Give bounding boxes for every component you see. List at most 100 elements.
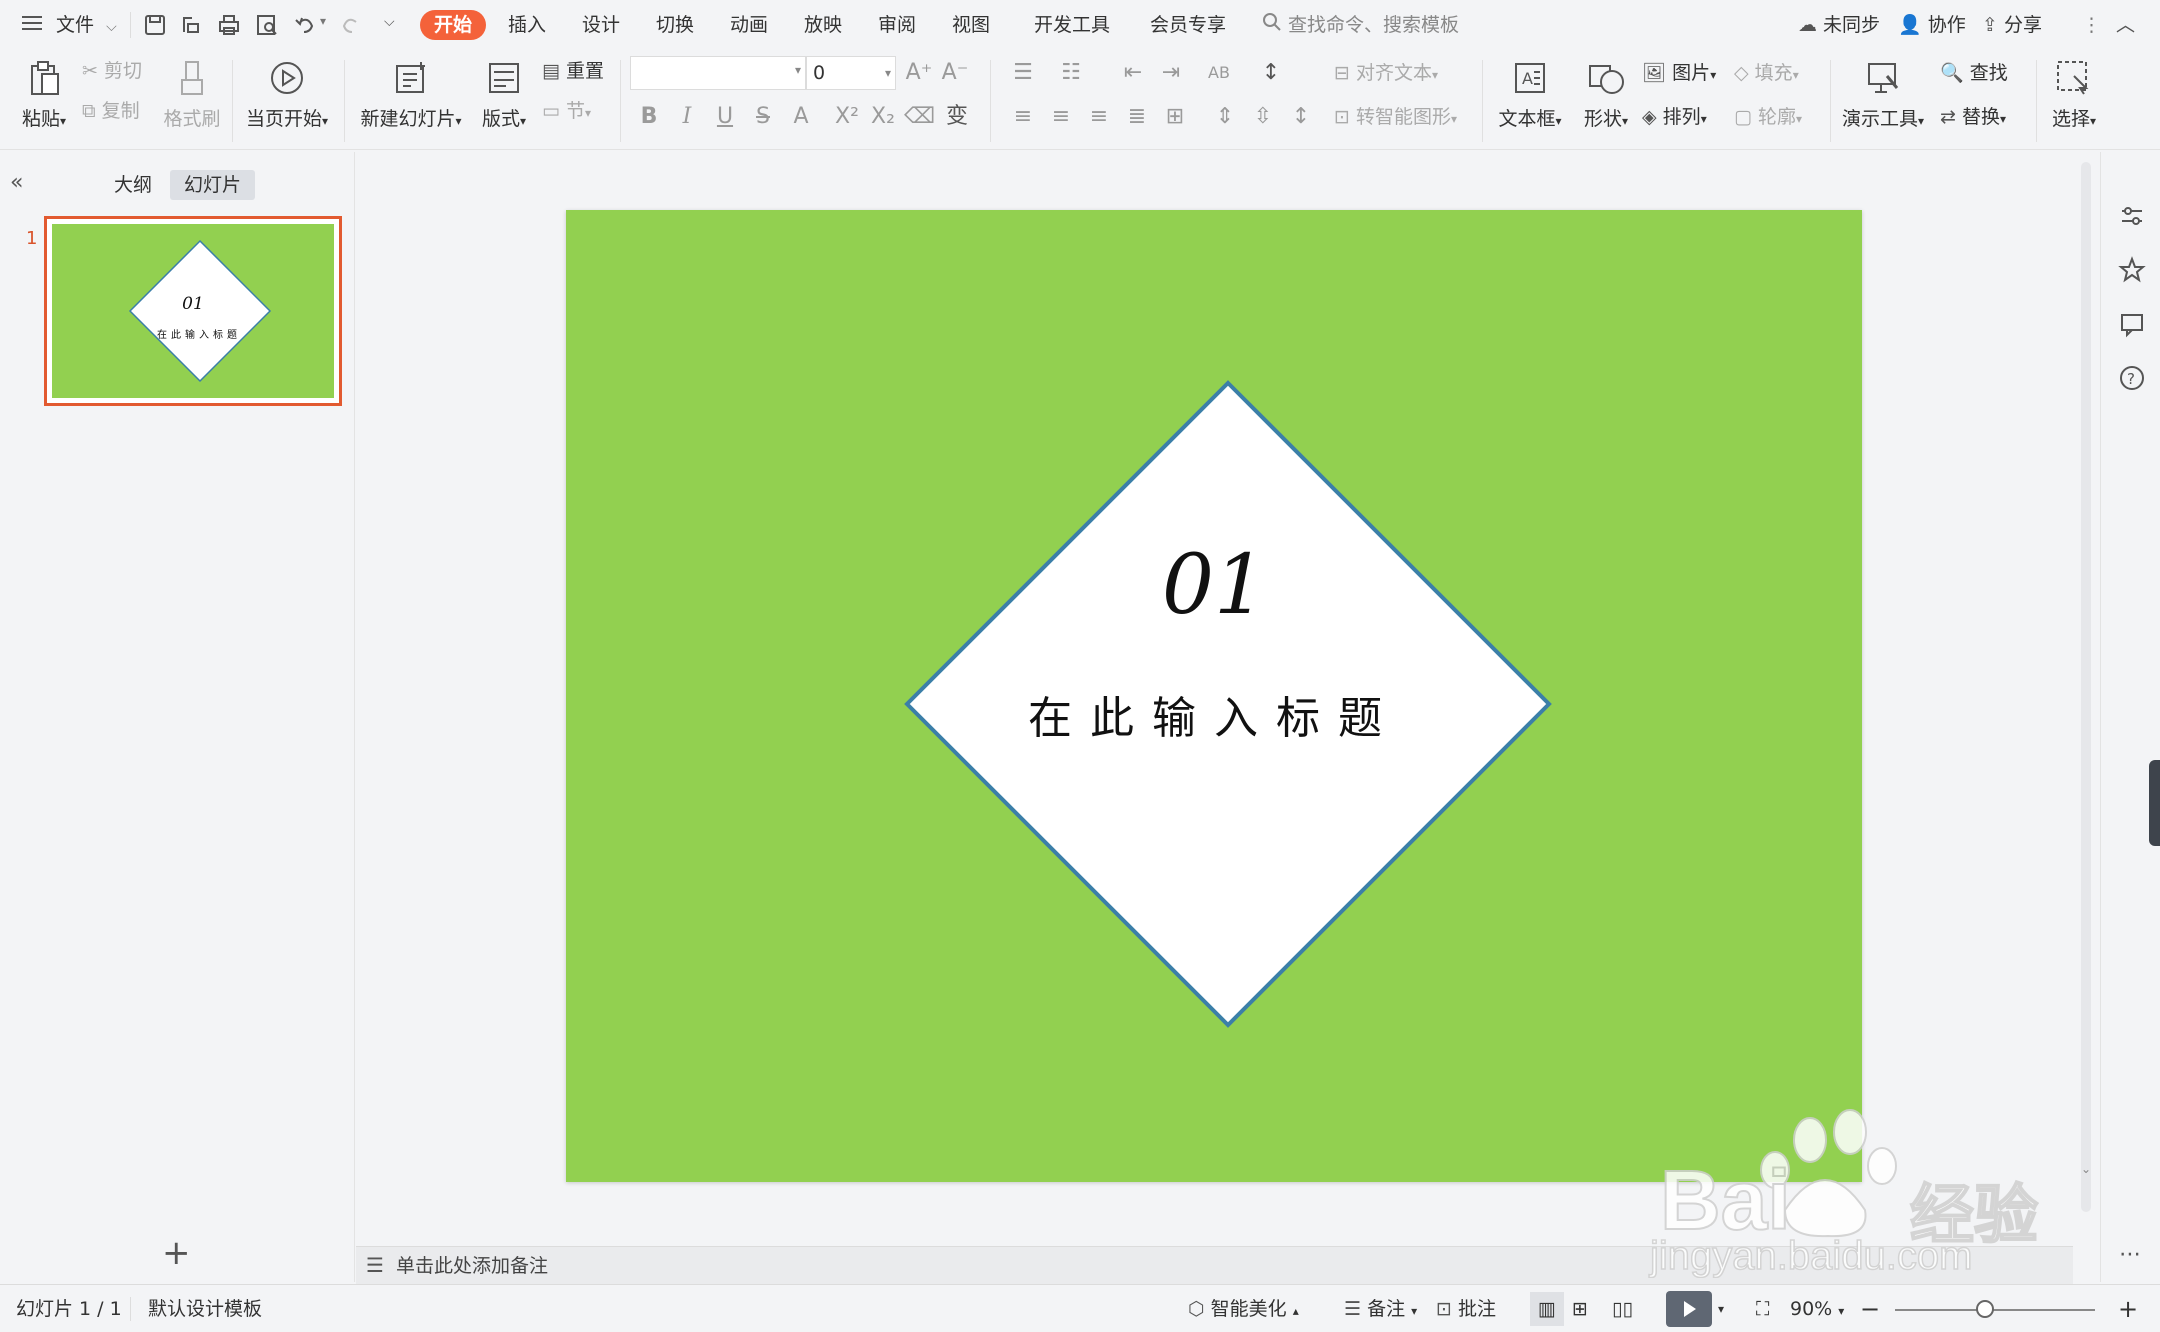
scroll-down-icon[interactable]: ⌄ [2081,1162,2091,1176]
increase-indent-icon[interactable]: ⇥ [1156,58,1186,88]
font-color-icon[interactable]: A [786,102,816,132]
file-menu[interactable]: 文件 ⌵ [22,10,117,40]
tab-developer[interactable]: 开发工具 [1034,10,1110,40]
collab-button[interactable]: 👤 协作 [1898,10,1966,40]
slide-sorter-icon[interactable]: ⊞ [1572,1294,1588,1324]
justify-icon[interactable]: ≣ [1122,102,1152,132]
textbox-button[interactable]: A 文本框▾ [1496,58,1564,131]
tab-slides[interactable]: 幻灯片 [170,170,256,200]
collapse-panel-icon[interactable]: « [10,170,23,195]
font-family-select[interactable]: ▾ [630,56,806,90]
align-center-icon[interactable]: ≡ [1046,102,1076,132]
increase-font-icon[interactable]: A⁺ [904,58,934,88]
zoom-slider-track[interactable] [1895,1309,2095,1311]
zoom-select[interactable]: 90% ▾ [1790,1294,1844,1324]
side-panel-handle[interactable] [2149,760,2160,846]
outline-button[interactable]: ▢ 轮廓▾ [1734,102,1802,132]
more-options-icon[interactable]: ⋮ [2082,10,2101,40]
play-from-current-button[interactable]: 当页开始▾ [244,58,330,131]
reset-button[interactable]: ▤ 重置 [542,56,604,86]
play-options-icon[interactable]: ▾ [1718,1294,1724,1324]
strikethrough-icon[interactable]: S [748,102,778,132]
slide-title-text[interactable]: 在此输入标题 [566,682,1862,746]
command-search[interactable]: 查找命令、搜索模板 [1262,10,1459,40]
vertical-scrollbar[interactable]: ⌄ [2073,152,2100,1246]
more-icon[interactable]: ⋯ [2119,1242,2141,1267]
tab-home[interactable]: 开始 [420,10,487,40]
tab-member[interactable]: 会员专享 [1150,10,1226,40]
phonetic-icon[interactable]: 变 [942,102,972,132]
fit-window-icon[interactable]: ⛶ [1756,1294,1769,1324]
find-button[interactable]: 🔍 查找 [1940,58,2008,88]
tab-view[interactable]: 视图 [952,10,990,40]
help-icon[interactable]: ? [2118,364,2146,392]
align-left-icon[interactable]: ≡ [1008,102,1038,132]
collapse-ribbon-icon[interactable]: ︿ [2116,10,2135,40]
slide-number-text[interactable]: 01 [566,538,1862,633]
add-slide-icon[interactable]: + [162,1236,191,1270]
undo-dropdown-icon[interactable]: ▾ [320,14,326,28]
line-spacing-2-icon[interactable]: ↕ [1286,102,1316,132]
numbered-list-icon[interactable]: ☷ [1056,58,1086,88]
print-preview-icon[interactable] [254,12,280,38]
smart-art-button[interactable]: ⊡ 转智能图形▾ [1334,102,1457,132]
line-spacing-icon[interactable]: ↕ [1256,58,1286,88]
template-name[interactable]: 默认设计模板 [148,1294,262,1324]
star-icon[interactable] [2118,256,2146,284]
fill-button[interactable]: ◇ 填充▾ [1734,58,1799,88]
paragraph-spacing-icon[interactable]: ⇕ [1210,102,1240,132]
tab-animation[interactable]: 动画 [730,10,768,40]
replace-button[interactable]: ⇄ 替换▾ [1940,102,2006,132]
sync-status[interactable]: ☁ 未同步 [1798,10,1880,40]
tab-transition[interactable]: 切换 [656,10,694,40]
tab-outline[interactable]: 大纲 [100,170,166,200]
bold-icon[interactable]: B [634,102,664,132]
format-painter-button[interactable]: 格式刷 [160,58,224,131]
picture-button[interactable]: 🖼 图片▾ [1642,58,1716,88]
tab-insert[interactable]: 插入 [508,10,546,40]
section-button[interactable]: ▭ 节▾ [542,96,591,126]
redo-icon[interactable] [338,12,364,38]
bullet-list-icon[interactable]: ☰ [1008,58,1038,88]
share-button[interactable]: ⇪ 分享 [1982,10,2042,40]
layout-button[interactable]: 版式▾ [476,58,532,131]
new-slide-button[interactable]: 新建幻灯片▾ [358,58,464,131]
distribute-icon[interactable]: ⊞ [1160,102,1190,132]
underline-icon[interactable]: U [710,102,740,132]
normal-view-icon[interactable]: ▥ [1530,1292,1564,1326]
print-icon[interactable] [216,12,242,38]
slide[interactable]: 01 在此输入标题 [566,210,1862,1182]
shape-button[interactable]: 形状▾ [1578,58,1634,131]
properties-icon[interactable] [2118,202,2146,230]
paste-button[interactable]: 粘贴▾ [16,58,72,131]
customize-toolbar-icon[interactable]: ⌵ [384,14,395,30]
tab-review[interactable]: 审阅 [878,10,916,40]
copy-button[interactable]: ⧉ 复制 [82,96,140,126]
tab-slideshow[interactable]: 放映 [804,10,842,40]
save-icon[interactable] [142,12,168,38]
zoom-in-icon[interactable]: + [2118,1294,2138,1324]
decrease-font-icon[interactable]: A⁻ [940,58,970,88]
comment-button[interactable]: ⊡ 批注 [1436,1294,1496,1324]
font-size-input[interactable]: 0 ▾ [806,56,896,90]
present-tools-button[interactable]: 演示工具▾ [1840,58,1926,131]
export-icon[interactable] [178,12,204,38]
column-spacing-icon[interactable]: ⇳ [1248,102,1278,132]
subscript-icon[interactable]: X₂ [868,102,898,132]
comment-panel-icon[interactable] [2118,310,2146,338]
play-slideshow-button[interactable] [1666,1291,1712,1327]
select-button[interactable]: 选择▾ [2046,58,2102,131]
slide-thumbnail[interactable]: 01 在此输入标题 [44,216,342,406]
notes-toggle[interactable]: ☰ 备注 ▾ [1344,1294,1417,1324]
reading-view-icon[interactable]: ▯▯ [1612,1294,1633,1324]
cut-button[interactable]: ✂ 剪切 [82,56,142,86]
arrange-button[interactable]: ◈ 排列▾ [1642,102,1707,132]
italic-icon[interactable]: I [672,102,702,132]
undo-icon[interactable] [292,12,318,38]
clear-format-icon[interactable]: ⌫ [904,102,935,132]
text-direction-icon[interactable]: AB [1204,58,1234,88]
align-text-button[interactable]: ⊟ 对齐文本▾ [1334,58,1438,88]
beautify-button[interactable]: ⬡ 智能美化 ▴ [1188,1294,1299,1324]
superscript-icon[interactable]: X² [832,102,862,132]
align-right-icon[interactable]: ≡ [1084,102,1114,132]
